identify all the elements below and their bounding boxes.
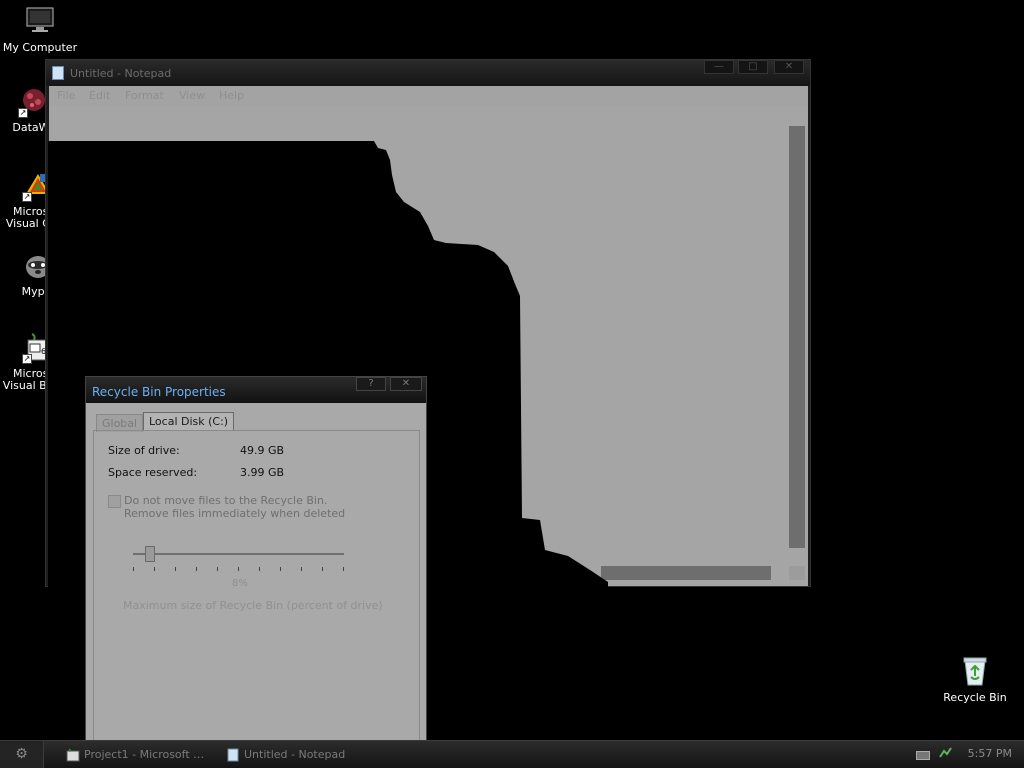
- space-reserved-value: 3.99 GB: [240, 466, 285, 479]
- keyboard-icon[interactable]: [916, 751, 930, 760]
- checkbox-label-line1: Do not move files to the Recycle Bin.: [124, 494, 328, 507]
- slider-tick: [301, 567, 302, 571]
- max-size-slider-track[interactable]: [133, 553, 344, 555]
- start-gear-icon: ⚙: [15, 746, 28, 762]
- taskbar: ⚙ Project1 - Microsoft … Untitled - Note…: [0, 740, 1024, 768]
- slider-percent-label: 8%: [232, 578, 248, 589]
- clock[interactable]: 5:57 PM: [968, 747, 1012, 760]
- do-not-move-checkbox[interactable]: [108, 495, 121, 508]
- visual-basic-icon: [66, 748, 80, 762]
- system-tray: 5:57 PM: [912, 741, 1024, 768]
- taskbar-button-label: Project1 - Microsoft …: [84, 748, 205, 761]
- taskbar-button-project1[interactable]: Project1 - Microsoft …: [62, 744, 212, 766]
- close-button[interactable]: ✕: [390, 377, 422, 391]
- slider-tick: [196, 567, 197, 571]
- size-of-drive-label: Size of drive:: [108, 444, 180, 457]
- desktop-icon-label: Recycle Bin: [943, 691, 1007, 704]
- dialog-titlebar[interactable]: Recycle Bin Properties ? ✕: [86, 377, 426, 403]
- slider-tick: [217, 567, 218, 571]
- taskbar-button-label: Untitled - Notepad: [244, 748, 346, 761]
- network-icon[interactable]: [938, 747, 952, 761]
- slider-tick: [322, 567, 323, 571]
- dialog-title: Recycle Bin Properties: [92, 385, 226, 399]
- slider-tick: [133, 567, 134, 571]
- recycle-bin-properties-dialog[interactable]: Recycle Bin Properties ? ✕ Global Local …: [85, 376, 427, 746]
- max-size-label: Maximum size of Recycle Bin (percent of …: [123, 599, 383, 612]
- taskbar-button-notepad[interactable]: Untitled - Notepad: [222, 744, 372, 766]
- slider-tick: [343, 567, 344, 571]
- slider-tick: [259, 567, 260, 571]
- tab-local-disk[interactable]: Local Disk (C:): [143, 412, 235, 430]
- slider-tick: [280, 567, 281, 571]
- help-button[interactable]: ?: [356, 377, 386, 391]
- slider-tick: [238, 567, 239, 571]
- start-button[interactable]: ⚙: [0, 741, 44, 768]
- do-not-move-checkbox-label: Do not move files to the Recycle Bin. Re…: [124, 494, 345, 520]
- slider-tick: [175, 567, 176, 571]
- recycle-bin-icon: [960, 655, 990, 687]
- max-size-slider-thumb[interactable]: [145, 546, 155, 562]
- notepad-icon: [226, 748, 240, 762]
- desktop-icon-recycle-bin[interactable]: Recycle Bin: [940, 655, 1010, 704]
- slider-tick: [154, 567, 155, 571]
- checkbox-label-line2: Remove files immediately when deleted: [124, 507, 346, 520]
- size-of-drive-value: 49.9 GB: [240, 444, 285, 457]
- space-reserved-label: Space reserved:: [108, 466, 198, 479]
